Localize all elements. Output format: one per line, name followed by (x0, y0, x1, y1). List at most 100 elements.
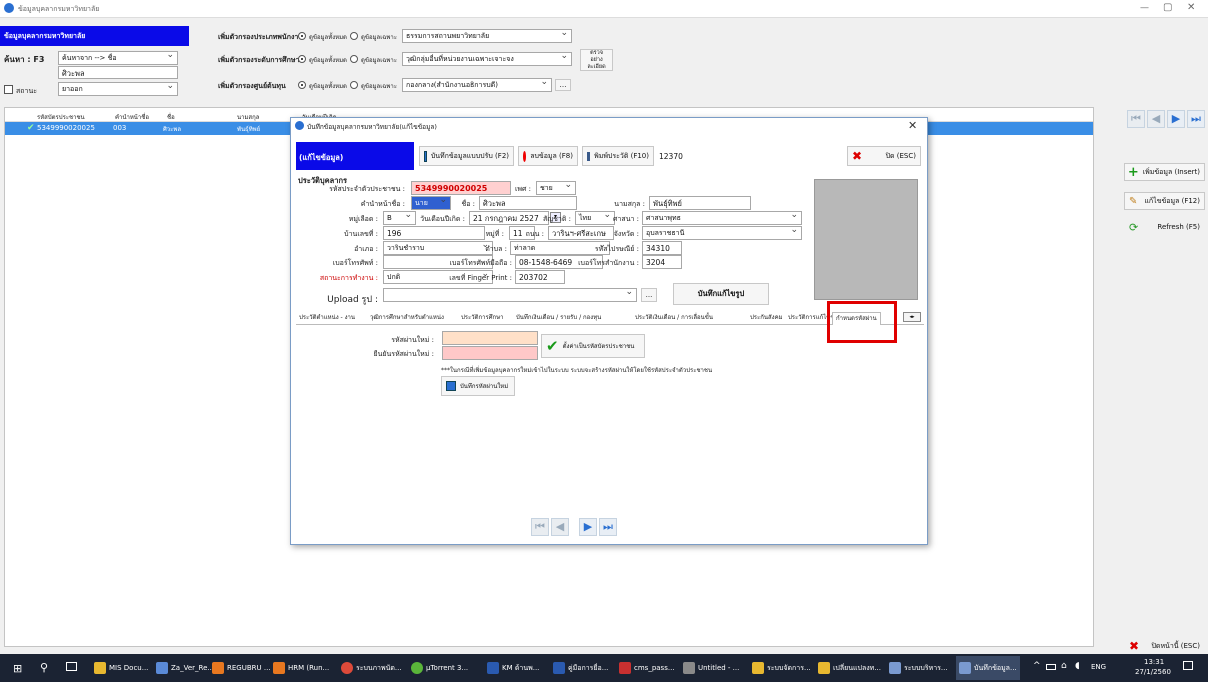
edit-button-label: แก้ไขข้อมูล (F12) (1144, 196, 1200, 205)
taskbar-item-regubru[interactable]: REGUBRU ... (209, 656, 274, 680)
id-field[interactable]: 5349990020025 (411, 181, 511, 195)
filter-education-select[interactable]: วุฒิกลุ่มอื่นที่หน่วยงานเฉพาะเจาะจง (402, 52, 572, 66)
dialog-close-icon[interactable]: ✕ (908, 119, 917, 132)
insert-button[interactable]: + เพิ่มข้อมูล (Insert) (1124, 163, 1205, 181)
volume-icon[interactable]: ◖ (1075, 661, 1080, 671)
office-field[interactable]: 3204 (642, 255, 682, 269)
nation-select[interactable]: ไทย (575, 211, 615, 225)
col-header-surname[interactable]: นามสกุล (237, 112, 259, 122)
taskbar-item-zaver[interactable]: Za_Ver_Re... (153, 656, 217, 680)
taskbar-item-admin[interactable]: ระบบบริหาร... (886, 656, 951, 680)
taskbar-item-utorrent[interactable]: µTorrent 3... (408, 656, 471, 680)
surname-field[interactable]: พันธุ์ทิพย์ (649, 196, 751, 210)
filter-education-some-radio[interactable] (350, 55, 358, 63)
tray-chevron-icon[interactable]: ^ (1033, 661, 1041, 671)
taskbar-item-mis[interactable]: MIS Docu... (91, 656, 151, 680)
finger-field[interactable]: 203702 (515, 270, 565, 284)
filter-cost-label: เพิ่มตัวกรองศูนย์ต้นทุน (218, 82, 286, 90)
search-icon[interactable]: ⚲ (40, 661, 48, 674)
network-icon[interactable]: ⌂ (1061, 661, 1067, 671)
filter-education-all-radio[interactable] (298, 55, 306, 63)
nav-next-button[interactable]: ▶ (1167, 110, 1185, 128)
name-label: ชื่อ : (461, 200, 475, 208)
taskbar-item-record[interactable]: บันทึกข้อมูล... (956, 656, 1020, 680)
col-header-id[interactable]: รหัสบัตรประชาชน (37, 112, 85, 122)
set-id-password-button[interactable]: ✔ ตั้งค่าเป็นรหัสบัตรประชาชน (541, 334, 645, 358)
taskbar-item-km[interactable]: KM ด้านพ... (484, 656, 542, 680)
name-field[interactable]: ศิวะพล (479, 196, 577, 210)
refresh-button[interactable]: ⟳ Refresh (F5) (1124, 218, 1205, 236)
save-password-button[interactable]: บันทึกรหัสผ่านใหม่ (441, 376, 515, 396)
save-photo-button[interactable]: บันทึกแก้ไขรูป (673, 283, 769, 305)
cell-name: ศิวะพล (163, 126, 182, 133)
blood-select[interactable]: B (383, 211, 416, 225)
taskbar-item-change[interactable]: เปลี่ยนแปลงท... (815, 656, 884, 680)
tab-position-education[interactable]: วุฒิการศึกษาสำหรับตำแหน่ง (370, 312, 444, 324)
task-view-icon[interactable] (66, 662, 77, 671)
nav-last-button[interactable]: ⏭ (1187, 110, 1205, 128)
minimize-button[interactable]: — (1140, 3, 1149, 13)
confirm-password-field[interactable] (442, 346, 538, 360)
windows-start-icon[interactable]: ⊞ (13, 662, 22, 675)
filter-cost-browse-button[interactable]: … (555, 79, 571, 91)
taskbar-item-cms[interactable]: cms_pass... (616, 656, 678, 680)
district-select[interactable]: วารินชำราบ (383, 241, 493, 255)
filter-cost-all-radio[interactable] (298, 81, 306, 89)
road-field[interactable]: วารินฯ-ศรีสะเกษ (548, 226, 614, 240)
gender-select[interactable]: ชาย (536, 181, 576, 195)
province-select[interactable]: อุบลราชธานี (642, 226, 802, 240)
dialog-nav-next[interactable]: ▶ (579, 518, 597, 536)
prefix-select[interactable]: นาย (411, 196, 451, 210)
nav-prev-button[interactable]: ◀ (1147, 110, 1165, 128)
religion-select[interactable]: ศาสนาพุทธ (642, 211, 802, 225)
search-mode-select[interactable]: ค้นหาจาก --> ชื่อ (58, 51, 178, 65)
new-password-field[interactable] (442, 331, 538, 345)
dialog-nav-last[interactable]: ⏭ (599, 518, 617, 536)
moo-label: หมู่ที่ : (485, 230, 504, 238)
dialog-nav-first[interactable]: ⏮ (531, 518, 549, 536)
delete-button[interactable]: ลบข้อมูล (F8) (518, 146, 578, 166)
detail-button[interactable]: ตรวจอย่างละเอียด (580, 49, 613, 71)
clock-date[interactable]: 27/1/2560 (1135, 668, 1171, 676)
search-input[interactable]: ศิวะพล (58, 66, 178, 79)
upload-browse-button[interactable]: ... (641, 288, 657, 302)
notification-icon[interactable] (1183, 661, 1193, 670)
col-header-name[interactable]: ชื่อ (167, 112, 175, 122)
tab-position[interactable]: ประวัติตำแหน่ง - งาน (299, 312, 355, 324)
filter-cost-some-radio[interactable] (350, 81, 358, 89)
zip-field[interactable]: 34310 (642, 241, 682, 255)
edit-button[interactable]: ✎ แก้ไขข้อมูล (F12) (1124, 192, 1205, 210)
house-field[interactable]: 196 (383, 226, 485, 240)
taskbar-item-chrome[interactable]: ระบบภาพนัด... (338, 656, 405, 680)
close-dialog-button[interactable]: ✖ ปิด (ESC) (847, 146, 921, 166)
filter-cost-select[interactable]: กองกลาง(สำนักงานอธิการบดี) (402, 78, 552, 92)
clock-time[interactable]: 13:31 (1144, 658, 1164, 666)
taskbar-item-untitled[interactable]: Untitled - ... (680, 656, 742, 680)
print-button[interactable]: พิมพ์ประวัติ (F10) (582, 146, 654, 166)
birth-date-field[interactable]: 21 กรกฎาคม 2527 (469, 211, 549, 225)
upload-select[interactable] (383, 288, 637, 302)
tab-social-security[interactable]: ประกันสังคม (750, 312, 783, 324)
save-button[interactable]: บันทึกข้อมูลแบบปรับ (F2) (419, 146, 514, 166)
language-indicator[interactable]: ENG (1091, 663, 1106, 671)
close-window-button[interactable]: ✕ (1187, 2, 1195, 13)
tab-salary-record[interactable]: บันทึกเงินเดือน / รายรับ / กองทุน (516, 312, 601, 324)
filter-employee-some-radio[interactable] (350, 32, 358, 40)
filter-employee-select[interactable]: ธรรมการสถานพยาวิทยาลัย (402, 29, 572, 43)
nav-first-button[interactable]: ⏮ (1127, 110, 1145, 128)
dialog-nav-prev[interactable]: ◀ (551, 518, 569, 536)
taskbar-item-manual[interactable]: คู่มือการยื่อ... (550, 656, 611, 680)
tab-scroll-buttons[interactable]: ◂▸ (903, 312, 921, 322)
battery-icon[interactable] (1046, 664, 1056, 670)
close-page-button[interactable]: ✖ ปิดหน้านี้ (ESC) (1124, 637, 1205, 655)
prefix-label: คำนำหน้าชื่อ : (360, 200, 405, 208)
tab-education[interactable]: ประวัติการศึกษา (461, 312, 504, 324)
taskbar-item-hrm[interactable]: HRM (Run... (270, 656, 332, 680)
filter-employee-all-radio[interactable] (298, 32, 306, 40)
status-checkbox[interactable] (4, 85, 13, 94)
tab-salary-history[interactable]: ประวัติเงินเดือน / การเลื่อนขั้น (635, 312, 713, 324)
status-select[interactable]: ยาออก (58, 82, 178, 96)
col-header-prefix[interactable]: คำนำหน้าชื่อ (115, 112, 149, 122)
taskbar-item-manage[interactable]: ระบบจัดการ... (749, 656, 814, 680)
maximize-button[interactable]: ▢ (1163, 2, 1172, 13)
